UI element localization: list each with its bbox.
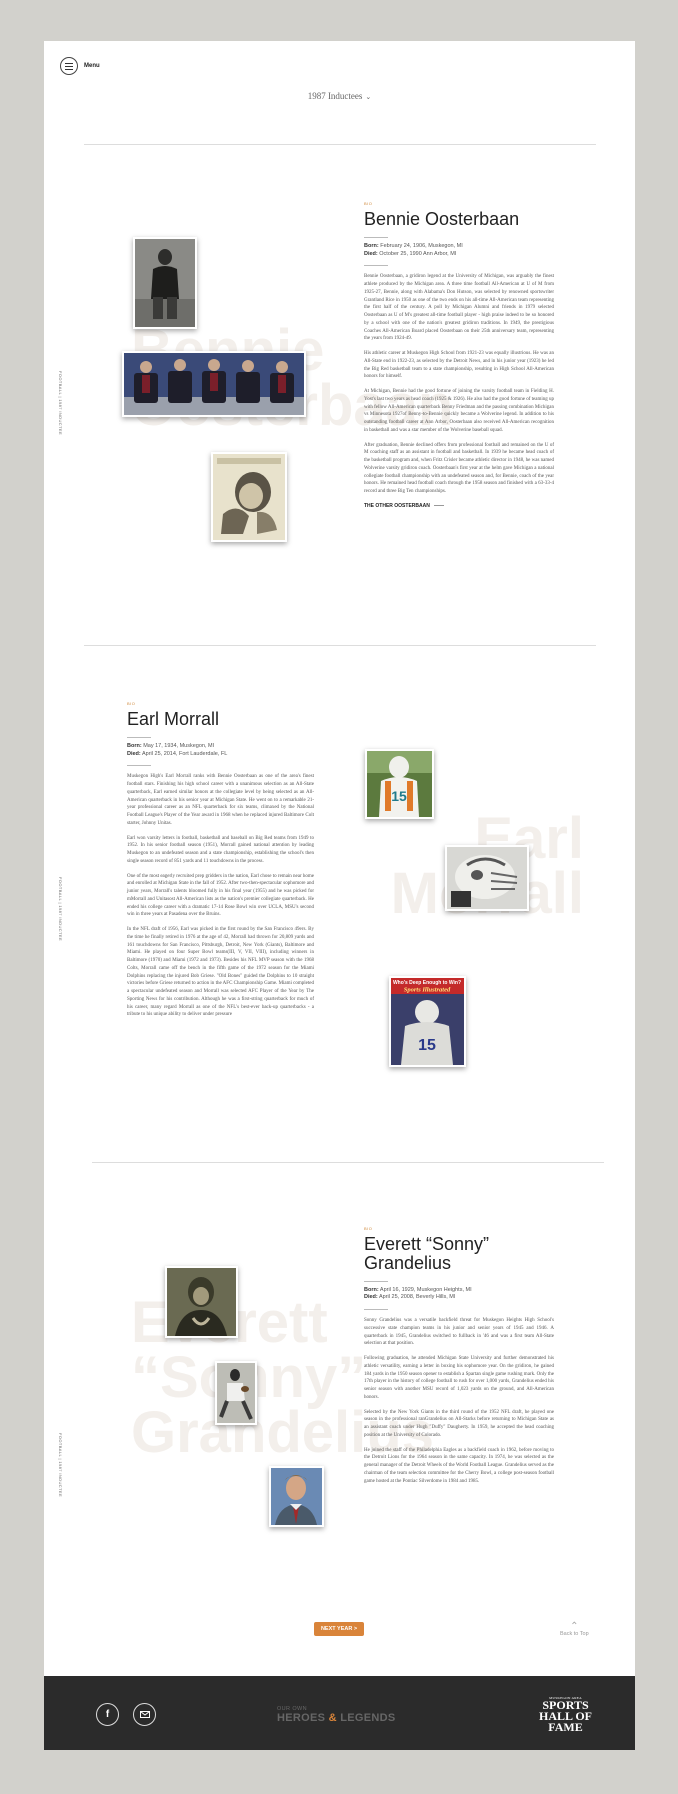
- died-value: April 25, 2014, Fort Lauderdale, FL: [141, 750, 228, 757]
- photo-grandelius-portrait: [165, 1266, 238, 1338]
- life-dates: Born: May 17, 1934, Muskegon, MI Died: A…: [127, 743, 314, 758]
- footer-tagline: OUR OWN HEROES & LEGENDS: [277, 1706, 396, 1724]
- born-label: Born:: [364, 242, 379, 249]
- bio-oosterbaan: BIO Bennie Oosterbaan Born: February 24,…: [364, 201, 554, 509]
- bio-paragraph: Sonny Grandelius was a versatile backfie…: [364, 1318, 554, 1347]
- bio-paragraph: He joined the staff of the Philadelphia …: [364, 1447, 554, 1484]
- bio-paragraph: At Michigan, Bennie had the good fortune…: [364, 389, 554, 433]
- photo-morrall-colts-helmet: [445, 845, 529, 911]
- bio-paragraph: Muskegon High's Earl Morrall ranks with …: [127, 774, 314, 826]
- side-label: FOOTBALL | 1987 INDUCTEE: [58, 1433, 63, 1498]
- photo-oosterbaan-portrait: [133, 237, 197, 329]
- photo-morrall-sports-illustrated: Who's Deep Enough to Win? Sports Illustr…: [389, 976, 466, 1067]
- inductee-name: Bennie Oosterbaan: [364, 209, 520, 229]
- died-label: Died:: [364, 250, 378, 257]
- bio-morrall: BIO Earl Morrall Born: May 17, 1934, Mus…: [127, 701, 314, 1026]
- tagline-ampersand: &: [328, 1712, 337, 1724]
- back-to-top-link[interactable]: ⌃ Back to Top: [560, 1621, 589, 1638]
- next-year-button[interactable]: NEXT YEAR >: [314, 1622, 364, 1636]
- inductee-name: Earl Morrall: [127, 709, 220, 729]
- tagline-word-legends: LEGENDS: [340, 1712, 396, 1724]
- menu-button[interactable]: Menu: [60, 57, 100, 75]
- bio-tag: BIO: [364, 1226, 373, 1231]
- bio-text: Bennie Oosterbaan, a gridiron legend at …: [364, 273, 554, 496]
- divider: [127, 765, 151, 767]
- magazine-cover-number: 15: [418, 1037, 436, 1054]
- born-value: May 17, 1934, Muskegon, MI: [143, 742, 215, 749]
- logo-line-4: FAME: [548, 1720, 583, 1734]
- bio-tag: BIO: [127, 701, 136, 706]
- divider: [364, 236, 388, 238]
- photo-grandelius-action: [215, 1361, 257, 1425]
- died-label: Died:: [127, 750, 141, 757]
- magazine-title: Sports Illustrated: [404, 987, 451, 994]
- bio-paragraph: His athletic career at Muskegon High Sch…: [364, 351, 554, 380]
- hamburger-icon: [60, 57, 78, 75]
- other-oosterbaan-link[interactable]: THE OTHER OOSTERBAAN: [364, 503, 554, 509]
- bio-paragraph: One of the most eagerly recruited prep g…: [127, 873, 315, 918]
- footer: f OUR OWN HEROES & LEGENDS MUSKEGON AREA…: [44, 1676, 635, 1750]
- inductee-name: Everett “Sonny” Grandelius: [364, 1234, 490, 1273]
- bio-grandelius: BIO Everett “Sonny” Grandelius Born: Apr…: [364, 1226, 554, 1492]
- bio-paragraph: Following graduation, he attended Michig…: [364, 1356, 554, 1400]
- divider: [84, 144, 596, 145]
- bio-paragraph: Bennie Oosterbaan, a gridiron legend at …: [364, 274, 554, 342]
- chevron-up-icon: ⌃: [570, 1621, 579, 1632]
- arrow-line-icon: [433, 504, 444, 506]
- life-dates: Born: April 16, 1929, Muskegon Heights, …: [364, 1287, 554, 1302]
- divider: [364, 1309, 388, 1311]
- born-value: April 16, 1929, Muskegon Heights, MI: [379, 1286, 472, 1293]
- side-label: FOOTBALL | 1987 INDUCTEE: [58, 877, 63, 942]
- chevron-down-icon: ⌄: [365, 93, 372, 101]
- divider: [364, 1280, 388, 1282]
- inductee-year-label: 1987 Inductees: [307, 91, 363, 101]
- tagline-big: HEROES & LEGENDS: [277, 1712, 396, 1724]
- email-button[interactable]: [133, 1703, 156, 1726]
- bio-text: Sonny Grandelius was a versatile backfie…: [364, 1317, 554, 1485]
- bio-paragraph: After graduation, Bennie declined offers…: [364, 442, 554, 495]
- bio-paragraph: Earl won varsity letters in football, ba…: [127, 835, 314, 864]
- born-value: February 24, 1906, Muskegon, MI: [380, 242, 463, 249]
- page-container: Menu 1987 Inductees ⌄ FOOTBALL | 1987 IND…: [44, 41, 635, 1750]
- magazine-headline: Who's Deep Enough to Win?: [393, 980, 461, 986]
- bio-paragraph: In the NFL draft of 1956, Earl was picke…: [127, 927, 314, 1018]
- inductee-year-select[interactable]: 1987 Inductees ⌄: [44, 91, 635, 101]
- divider: [92, 1162, 604, 1163]
- died-value: October 25, 1990 Ann Arbor, MI: [379, 250, 457, 257]
- facebook-icon: f: [105, 1709, 110, 1720]
- photo-oosterbaan-illustration: [211, 452, 287, 542]
- menu-label: Menu: [84, 63, 100, 69]
- jersey-number: 15: [391, 788, 407, 804]
- envelope-icon: [139, 1711, 150, 1718]
- bio-text: Muskegon High's Earl Morrall ranks with …: [127, 773, 314, 1019]
- bio-paragraph: Selected by the New York Giants in the t…: [364, 1409, 554, 1438]
- side-label: FOOTBALL | 1987 INDUCTEE: [58, 371, 63, 436]
- photo-grandelius-later: [269, 1466, 324, 1527]
- back-to-top-label: Back to Top: [560, 1631, 589, 1637]
- other-oosterbaan-label: THE OTHER OOSTERBAAN: [364, 502, 430, 509]
- life-dates: Born: February 24, 1906, Muskegon, MI Di…: [364, 243, 554, 258]
- born-label: Born:: [364, 1286, 379, 1293]
- hall-of-fame-logo[interactable]: MUSKEGON AREA SPORTS HALL OF FAME: [539, 1696, 592, 1733]
- died-label: Died:: [364, 1294, 378, 1301]
- born-label: Born:: [127, 742, 142, 749]
- facebook-button[interactable]: f: [96, 1703, 119, 1726]
- photo-morrall-dolphins: 15: [365, 749, 434, 819]
- divider: [84, 645, 596, 646]
- tagline-word-heroes: HEROES: [277, 1712, 326, 1724]
- divider: [364, 265, 388, 267]
- photo-oosterbaan-group: [122, 351, 306, 417]
- died-value: April 25, 2008, Beverly Hills, MI: [378, 1294, 456, 1301]
- divider: [127, 736, 151, 738]
- bio-tag: BIO: [364, 201, 373, 206]
